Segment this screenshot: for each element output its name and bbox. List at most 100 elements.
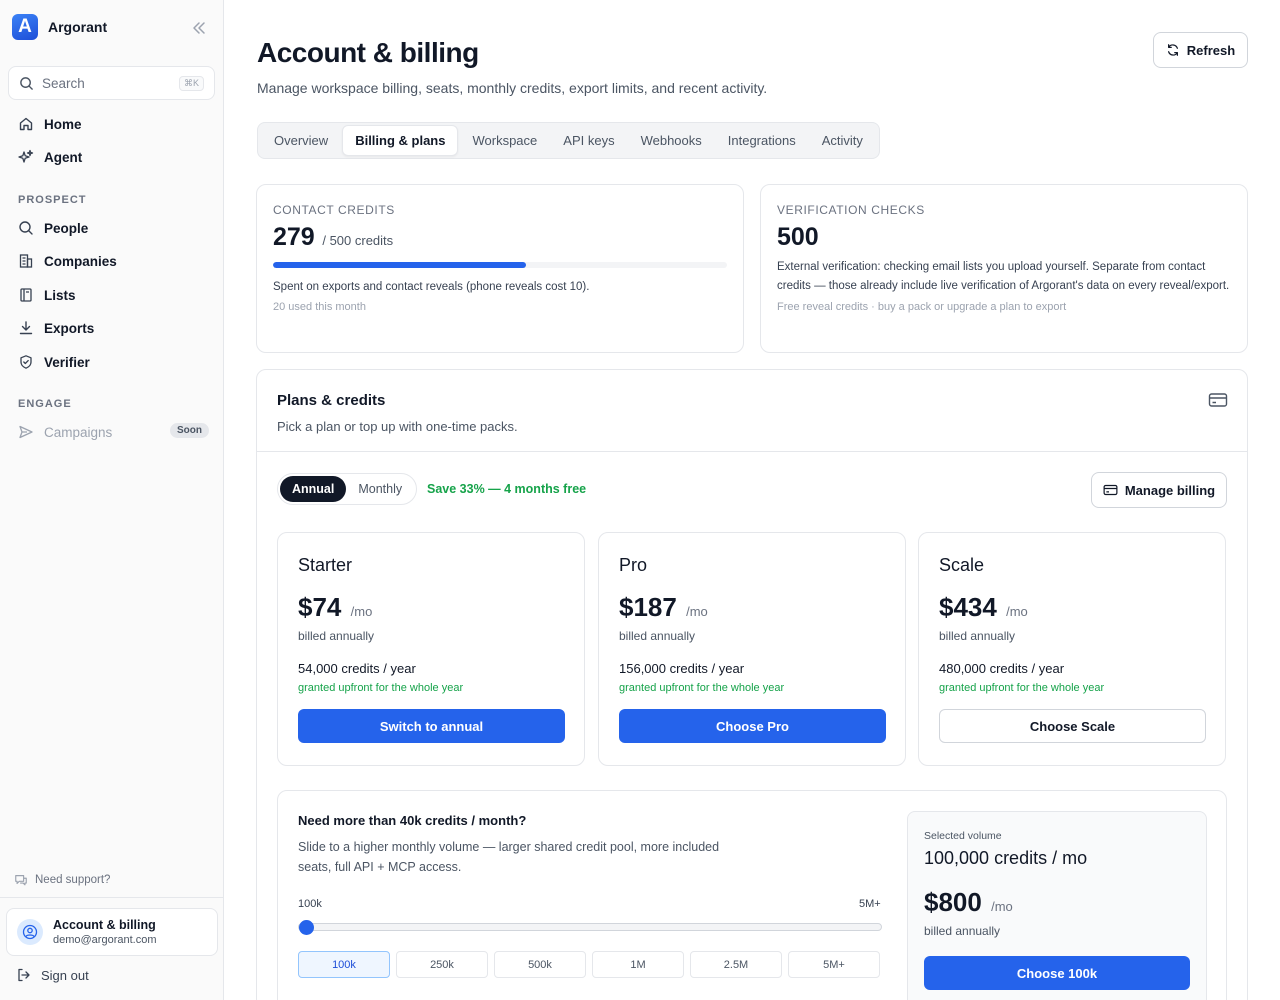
- selected-volume-panel: Selected volume 100,000 credits / mo $80…: [907, 811, 1207, 1000]
- contact-credits-unit: / 500 credits: [322, 233, 394, 248]
- brand-name: Argorant: [48, 19, 108, 35]
- soon-badge: Soon: [170, 423, 209, 438]
- tab-workspace[interactable]: Workspace: [460, 126, 549, 155]
- verification-checks-desc: External verification: checking email li…: [777, 261, 1230, 292]
- sign-out-label: Sign out: [41, 967, 89, 983]
- nav-campaigns-label: Campaigns: [44, 424, 113, 440]
- credit-card-icon: [1208, 393, 1228, 407]
- contact-credits-desc: Spent on exports and contact reveals (ph…: [273, 281, 590, 293]
- toggle-monthly[interactable]: Monthly: [346, 476, 414, 502]
- plan-name: Pro: [619, 555, 648, 575]
- save-note: Save 33% — 4 months free: [427, 482, 587, 496]
- nav-people[interactable]: People: [18, 218, 88, 238]
- volume-option-500k[interactable]: 500k: [494, 951, 586, 978]
- plan-granted: granted upfront for the whole year: [298, 682, 464, 694]
- search-shortcut: ⌘K: [178, 75, 204, 91]
- volume-slider-thumb[interactable]: [299, 920, 314, 935]
- download-icon: [19, 321, 33, 335]
- selected-volume-billed: billed annually: [924, 924, 1001, 938]
- home-icon: [19, 117, 33, 131]
- tab-overview[interactable]: Overview: [262, 126, 340, 155]
- nav-companies[interactable]: Companies: [18, 251, 117, 271]
- plan-name: Scale: [939, 555, 985, 575]
- nav-agent[interactable]: Agent: [18, 147, 82, 167]
- section-engage: ENGAGE: [18, 398, 72, 410]
- tab-bar: Overview Billing & plans Workspace API k…: [257, 122, 880, 159]
- switch-to-annual-button[interactable]: Switch to annual: [298, 709, 565, 743]
- volume-max-label: 5M+: [859, 898, 881, 910]
- account-card[interactable]: Account & billing demo@argorant.com: [6, 908, 218, 956]
- choose-pro-button[interactable]: Choose Pro: [619, 709, 886, 743]
- plans-credits-card: Plans & credits Pick a plan or top up wi…: [256, 369, 1248, 1000]
- plans-title: Plans & credits: [277, 392, 386, 409]
- account-email: demo@argorant.com: [53, 934, 157, 946]
- volume-option-1m[interactable]: 1M: [592, 951, 684, 978]
- selected-volume-credits: 100,000 credits / mo: [924, 848, 1088, 868]
- contact-credits-progress: [273, 262, 727, 268]
- tab-webhooks[interactable]: Webhooks: [629, 126, 714, 155]
- choose-scale-button[interactable]: Choose Scale: [939, 709, 1206, 743]
- sparkles-icon: [18, 149, 34, 163]
- nav-verifier[interactable]: Verifier: [18, 352, 90, 372]
- nav-people-label: People: [44, 220, 89, 236]
- section-prospect: PROSPECT: [18, 194, 87, 206]
- contact-credits-note: 20 used this month: [273, 300, 366, 313]
- refresh-icon: [1167, 44, 1178, 56]
- tab-integrations[interactable]: Integrations: [716, 126, 808, 155]
- nav-campaigns[interactable]: Campaigns: [18, 422, 112, 442]
- contact-credits-card: CONTACT CREDITS 279 / 500 credits Spent …: [256, 184, 744, 353]
- nav-home[interactable]: Home: [18, 114, 82, 134]
- plan-credits: 156,000 credits / year: [619, 661, 745, 676]
- search-placeholder: Search: [42, 75, 85, 91]
- sidebar: A Argorant Search ⌘K Home Agent PROSPECT…: [0, 0, 224, 1000]
- support-label: Need support?: [35, 874, 111, 886]
- page-title: Account & billing: [257, 37, 479, 68]
- plans-divider: [257, 451, 1247, 452]
- volume-option-5m-plus[interactable]: 5M+: [788, 951, 880, 978]
- volume-option-2-5m[interactable]: 2.5M: [690, 951, 782, 978]
- collapse-sidebar-icon[interactable]: [190, 19, 208, 37]
- plan-price: $187: [619, 592, 677, 622]
- argorant-logo-icon: A: [12, 14, 38, 40]
- nav-agent-label: Agent: [44, 149, 83, 165]
- nav-lists[interactable]: Lists: [18, 285, 76, 305]
- volume-option-100k[interactable]: 100k: [298, 951, 390, 978]
- search-input[interactable]: Search ⌘K: [8, 66, 215, 100]
- support-link[interactable]: Need support?: [14, 873, 110, 887]
- nav-exports[interactable]: Exports: [18, 318, 94, 338]
- nav-lists-label: Lists: [44, 287, 76, 303]
- plan-per: /mo: [686, 604, 708, 619]
- user-icon: [22, 924, 38, 940]
- volume-option-250k[interactable]: 250k: [396, 951, 488, 978]
- chat-icon: [15, 875, 27, 886]
- plans-subtitle: Pick a plan or top up with one-time pack…: [277, 419, 518, 434]
- contact-credits-value: 279: [273, 223, 315, 251]
- plan-billed: billed annually: [939, 629, 1016, 643]
- selected-volume-per: /mo: [991, 899, 1013, 914]
- volume-slider-track[interactable]: [298, 923, 882, 931]
- contact-credits-progress-fill: [273, 262, 527, 268]
- verification-checks-value: 500: [777, 223, 819, 251]
- contact-credits-label: CONTACT CREDITS: [273, 203, 395, 217]
- avatar: [17, 919, 43, 945]
- plan-per: /mo: [1006, 604, 1028, 619]
- choose-100k-button[interactable]: Choose 100k: [924, 956, 1190, 990]
- tab-api-keys[interactable]: API keys: [551, 126, 626, 155]
- plan-granted: granted upfront for the whole year: [619, 682, 785, 694]
- refresh-button[interactable]: Refresh: [1153, 32, 1248, 68]
- tab-billing-plans[interactable]: Billing & plans: [342, 125, 459, 156]
- plan-price: $74: [298, 592, 342, 622]
- plan-billed: billed annually: [298, 629, 375, 643]
- toggle-annual[interactable]: Annual: [280, 476, 347, 502]
- plan-card-pro: Pro $187 /mo billed annually 156,000 cre…: [598, 532, 906, 766]
- verification-checks-note: Free reveal credits · buy a pack or upgr…: [777, 301, 1067, 313]
- shield-icon: [20, 355, 32, 369]
- brand[interactable]: A Argorant: [12, 14, 107, 40]
- manage-billing-button[interactable]: Manage billing: [1091, 472, 1227, 508]
- book-icon: [20, 288, 32, 302]
- send-icon: [19, 425, 33, 439]
- volume-card: Need more than 40k credits / month? Slid…: [277, 790, 1227, 1000]
- nav-companies-label: Companies: [44, 253, 117, 269]
- sign-out-button[interactable]: Sign out: [16, 967, 89, 983]
- tab-activity[interactable]: Activity: [810, 126, 875, 155]
